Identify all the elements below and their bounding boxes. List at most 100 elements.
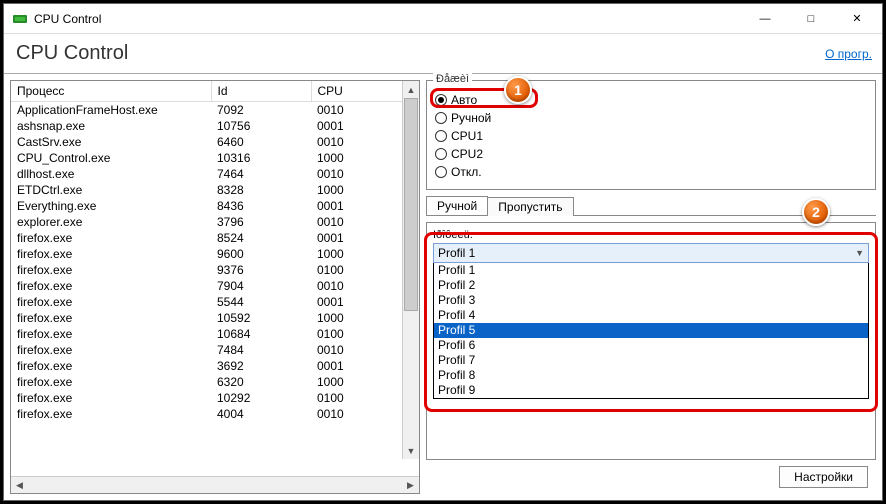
profile-option[interactable]: Profil 5 <box>434 323 868 338</box>
profile-panel: Iðîôeeü: Profil 1 ▼ Profil 1Profil 2Prof… <box>426 222 876 460</box>
cell-id: 3692 <box>211 358 311 374</box>
table-row[interactable]: firefox.exe40040010 <box>11 406 419 422</box>
about-link[interactable]: О прогр. <box>825 47 872 61</box>
table-row[interactable]: explorer.exe37960010 <box>11 214 419 230</box>
table-row[interactable]: ETDCtrl.exe83281000 <box>11 182 419 198</box>
cell-id: 7484 <box>211 342 311 358</box>
maximize-button[interactable]: □ <box>788 4 834 33</box>
cell-process: firefox.exe <box>11 294 211 310</box>
table-row[interactable]: firefox.exe79040010 <box>11 278 419 294</box>
horizontal-scrollbar[interactable]: ◀ ▶ <box>11 476 419 493</box>
header-area: CPU Control О прогр. <box>4 34 882 74</box>
titlebar: CPU Control — □ ✕ <box>4 4 882 34</box>
radio-icon <box>435 112 447 124</box>
profile-combo[interactable]: Profil 1 ▼ <box>433 243 869 263</box>
minimize-button[interactable]: — <box>742 4 788 33</box>
vertical-scrollbar[interactable]: ▲ ▼ <box>402 81 419 459</box>
app-window: CPU Control — □ ✕ CPU Control О прогр. П… <box>3 3 883 501</box>
cell-id: 8328 <box>211 182 311 198</box>
table-row[interactable]: firefox.exe63201000 <box>11 374 419 390</box>
table-row[interactable]: Everything.exe84360001 <box>11 198 419 214</box>
process-table[interactable]: Процесс Id CPU ApplicationFrameHost.exe7… <box>11 81 419 422</box>
profile-selected: Profil 1 <box>438 246 855 260</box>
table-row[interactable]: firefox.exe74840010 <box>11 342 419 358</box>
scroll-right-icon[interactable]: ▶ <box>402 478 419 493</box>
table-row[interactable]: firefox.exe106840100 <box>11 326 419 342</box>
cell-id: 5544 <box>211 294 311 310</box>
profile-dropdown-list[interactable]: Profil 1Profil 2Profil 3Profil 4Profil 5… <box>433 262 869 399</box>
cell-process: ApplicationFrameHost.exe <box>11 101 211 118</box>
cell-id: 6320 <box>211 374 311 390</box>
cell-id: 9376 <box>211 262 311 278</box>
table-row[interactable]: ApplicationFrameHost.exe70920010 <box>11 101 419 118</box>
table-row[interactable]: firefox.exe55440001 <box>11 294 419 310</box>
cell-id: 10292 <box>211 390 311 406</box>
mode-option[interactable]: Откл. <box>435 163 867 181</box>
table-row[interactable]: CastSrv.exe64600010 <box>11 134 419 150</box>
cell-process: firefox.exe <box>11 230 211 246</box>
cell-id: 7092 <box>211 101 311 118</box>
chevron-down-icon: ▼ <box>855 248 864 258</box>
cell-id: 6460 <box>211 134 311 150</box>
col-id[interactable]: Id <box>211 81 311 101</box>
tab-skip[interactable]: Пропустить <box>487 197 573 216</box>
cell-process: Everything.exe <box>11 198 211 214</box>
profile-option[interactable]: Profil 6 <box>434 338 868 353</box>
right-pane: Ðåæèì АвтоРучнойCPU1CPU2Откл. Ручной Про… <box>426 80 876 494</box>
cell-process: firefox.exe <box>11 246 211 262</box>
annotation-badge-2: 2 <box>802 198 830 226</box>
table-row[interactable]: firefox.exe96001000 <box>11 246 419 262</box>
cell-id: 3796 <box>211 214 311 230</box>
table-row[interactable]: firefox.exe102920100 <box>11 390 419 406</box>
footer: Настройки <box>426 460 876 494</box>
cell-process: firefox.exe <box>11 358 211 374</box>
profile-option[interactable]: Profil 8 <box>434 368 868 383</box>
table-row[interactable]: firefox.exe36920001 <box>11 358 419 374</box>
scroll-down-icon[interactable]: ▼ <box>403 442 419 459</box>
cell-id: 10684 <box>211 326 311 342</box>
window-controls: — □ ✕ <box>742 4 880 33</box>
cell-process: dllhost.exe <box>11 166 211 182</box>
scroll-left-icon[interactable]: ◀ <box>11 478 28 493</box>
table-row[interactable]: CPU_Control.exe103161000 <box>11 150 419 166</box>
settings-button[interactable]: Настройки <box>779 466 868 488</box>
mode-option[interactable]: CPU1 <box>435 127 867 145</box>
cell-process: explorer.exe <box>11 214 211 230</box>
cell-process: firefox.exe <box>11 262 211 278</box>
cell-id: 9600 <box>211 246 311 262</box>
cell-id: 10316 <box>211 150 311 166</box>
table-row[interactable]: firefox.exe93760100 <box>11 262 419 278</box>
cell-process: firefox.exe <box>11 278 211 294</box>
close-button[interactable]: ✕ <box>834 4 880 33</box>
table-row[interactable]: dllhost.exe74640010 <box>11 166 419 182</box>
process-list-pane: Процесс Id CPU ApplicationFrameHost.exe7… <box>10 80 420 494</box>
cell-id: 8524 <box>211 230 311 246</box>
cell-id: 7904 <box>211 278 311 294</box>
mode-legend: Ðåæèì <box>433 73 472 85</box>
mode-option[interactable]: CPU2 <box>435 145 867 163</box>
mode-option[interactable]: Авто <box>435 91 867 109</box>
mode-label: Авто <box>451 93 477 107</box>
profile-option[interactable]: Profil 7 <box>434 353 868 368</box>
profile-option[interactable]: Profil 9 <box>434 383 868 398</box>
table-row[interactable]: ashsnap.exe107560001 <box>11 118 419 134</box>
cell-process: ETDCtrl.exe <box>11 182 211 198</box>
table-row[interactable]: firefox.exe85240001 <box>11 230 419 246</box>
profile-option[interactable]: Profil 3 <box>434 293 868 308</box>
mode-label: Ручной <box>451 111 491 125</box>
scroll-up-icon[interactable]: ▲ <box>403 81 419 98</box>
profile-option[interactable]: Profil 4 <box>434 308 868 323</box>
mode-option[interactable]: Ручной <box>435 109 867 127</box>
table-row[interactable]: firefox.exe105921000 <box>11 310 419 326</box>
app-icon <box>12 11 28 27</box>
cell-id: 7464 <box>211 166 311 182</box>
radio-icon <box>435 166 447 178</box>
cell-process: firefox.exe <box>11 326 211 342</box>
tab-manual[interactable]: Ручной <box>426 196 488 215</box>
cell-id: 10756 <box>211 118 311 134</box>
col-process[interactable]: Процесс <box>11 81 211 101</box>
profile-option[interactable]: Profil 2 <box>434 278 868 293</box>
page-title: CPU Control <box>16 42 825 65</box>
profile-label: Iðîôeeü: <box>433 229 869 241</box>
profile-option[interactable]: Profil 1 <box>434 263 868 278</box>
